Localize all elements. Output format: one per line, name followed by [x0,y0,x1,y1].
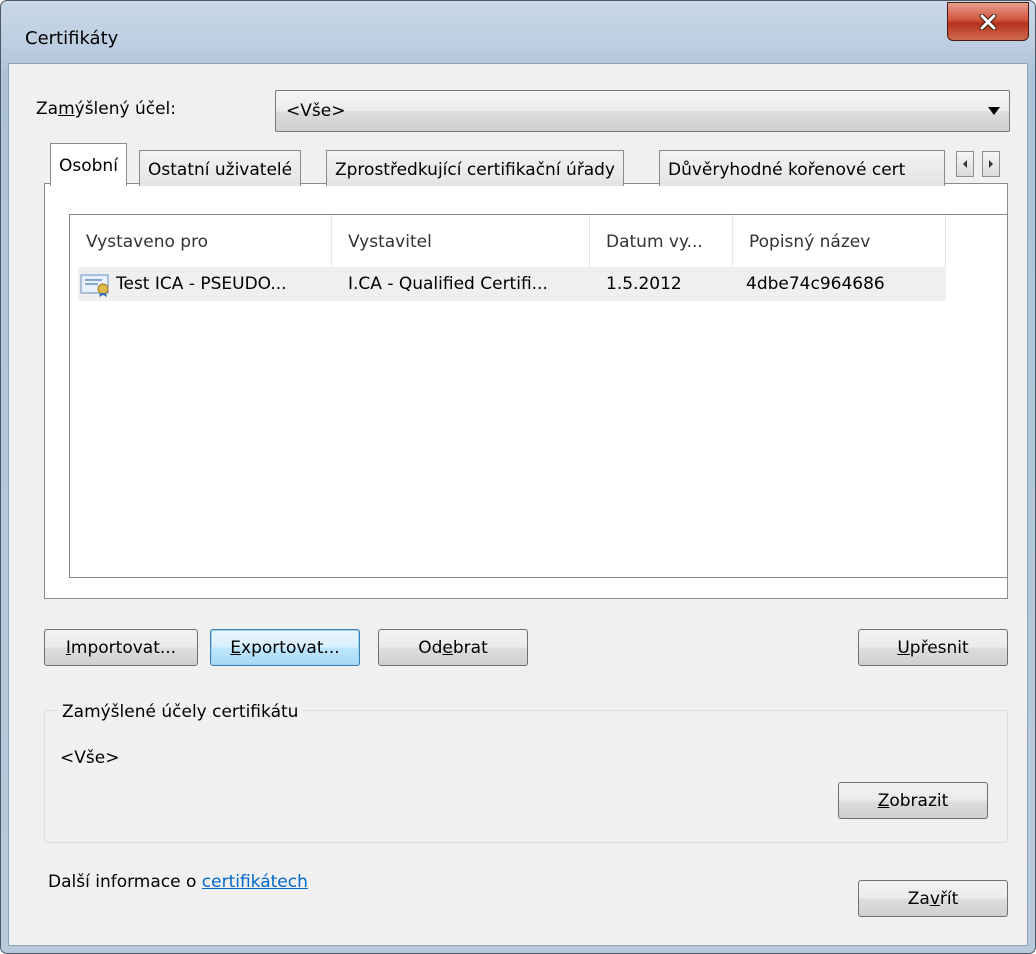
column-header-issuer[interactable]: Vystavitel [332,215,590,267]
column-header-expiration-date[interactable]: Datum vy... [590,215,733,267]
close-button[interactable]: Zavřít [858,880,1008,917]
purpose-combobox[interactable]: <Vše> [275,90,1010,132]
more-info-text: Další informace o certifikátech [48,872,308,892]
remove-button[interactable]: Odebrat [378,629,528,666]
title-bar[interactable]: Certifikáty [1,1,1035,65]
cell-friendly-name: 4dbe74c964686 [746,274,885,294]
table-row[interactable]: Test ICA - PSEUDO... I.CA - Qualified Ce… [78,267,946,301]
purpose-label: Zamýšlený účel: [36,99,177,119]
column-header-friendly-name[interactable]: Popisný název [733,215,946,267]
close-window-button[interactable] [947,2,1029,41]
cell-expiration-date: 1.5.2012 [606,274,682,294]
list-header: Vystaveno pro Vystavitel Datum vy... Pop… [70,215,1007,267]
column-header-filler [946,215,1007,267]
tab-scroll-left-button[interactable] [956,151,974,177]
tab-trusted-root-authorities[interactable]: Důvěryhodné kořenové cert [659,150,945,186]
advanced-button[interactable]: Upřesnit [858,629,1008,666]
tab-intermediate-authorities[interactable]: Zprostředkující certifikační úřady [326,150,624,186]
chevron-right-icon [989,160,993,168]
window-title: Certifikáty [25,28,119,49]
certificates-link[interactable]: certifikátech [202,872,308,892]
purposes-group-title: Zamýšlené účely certifikátu [58,702,303,722]
purposes-group [44,710,1008,843]
chevron-left-icon [963,160,967,168]
import-button[interactable]: Importovat... [44,629,198,666]
dropdown-arrow-icon[interactable] [988,107,1000,115]
view-button[interactable]: Zobrazit [838,782,988,819]
purposes-value: <Vše> [60,748,120,768]
purpose-selected-value: <Vše> [286,101,346,121]
export-button[interactable]: Exportovat... [210,629,360,666]
tab-other-people[interactable]: Ostatní uživatelé [139,150,302,186]
cell-issuer: I.CA - Qualified Certifi... [348,274,548,294]
tab-scroll-right-button[interactable] [982,151,1000,177]
column-header-issued-to[interactable]: Vystaveno pro [70,215,332,267]
close-icon [979,13,997,30]
certificate-list[interactable]: Vystaveno pro Vystavitel Datum vy... Pop… [69,214,1008,578]
certificate-icon [80,273,114,302]
tab-personal[interactable]: Osobní [50,143,127,186]
cell-issued-to: Test ICA - PSEUDO... [116,274,287,294]
